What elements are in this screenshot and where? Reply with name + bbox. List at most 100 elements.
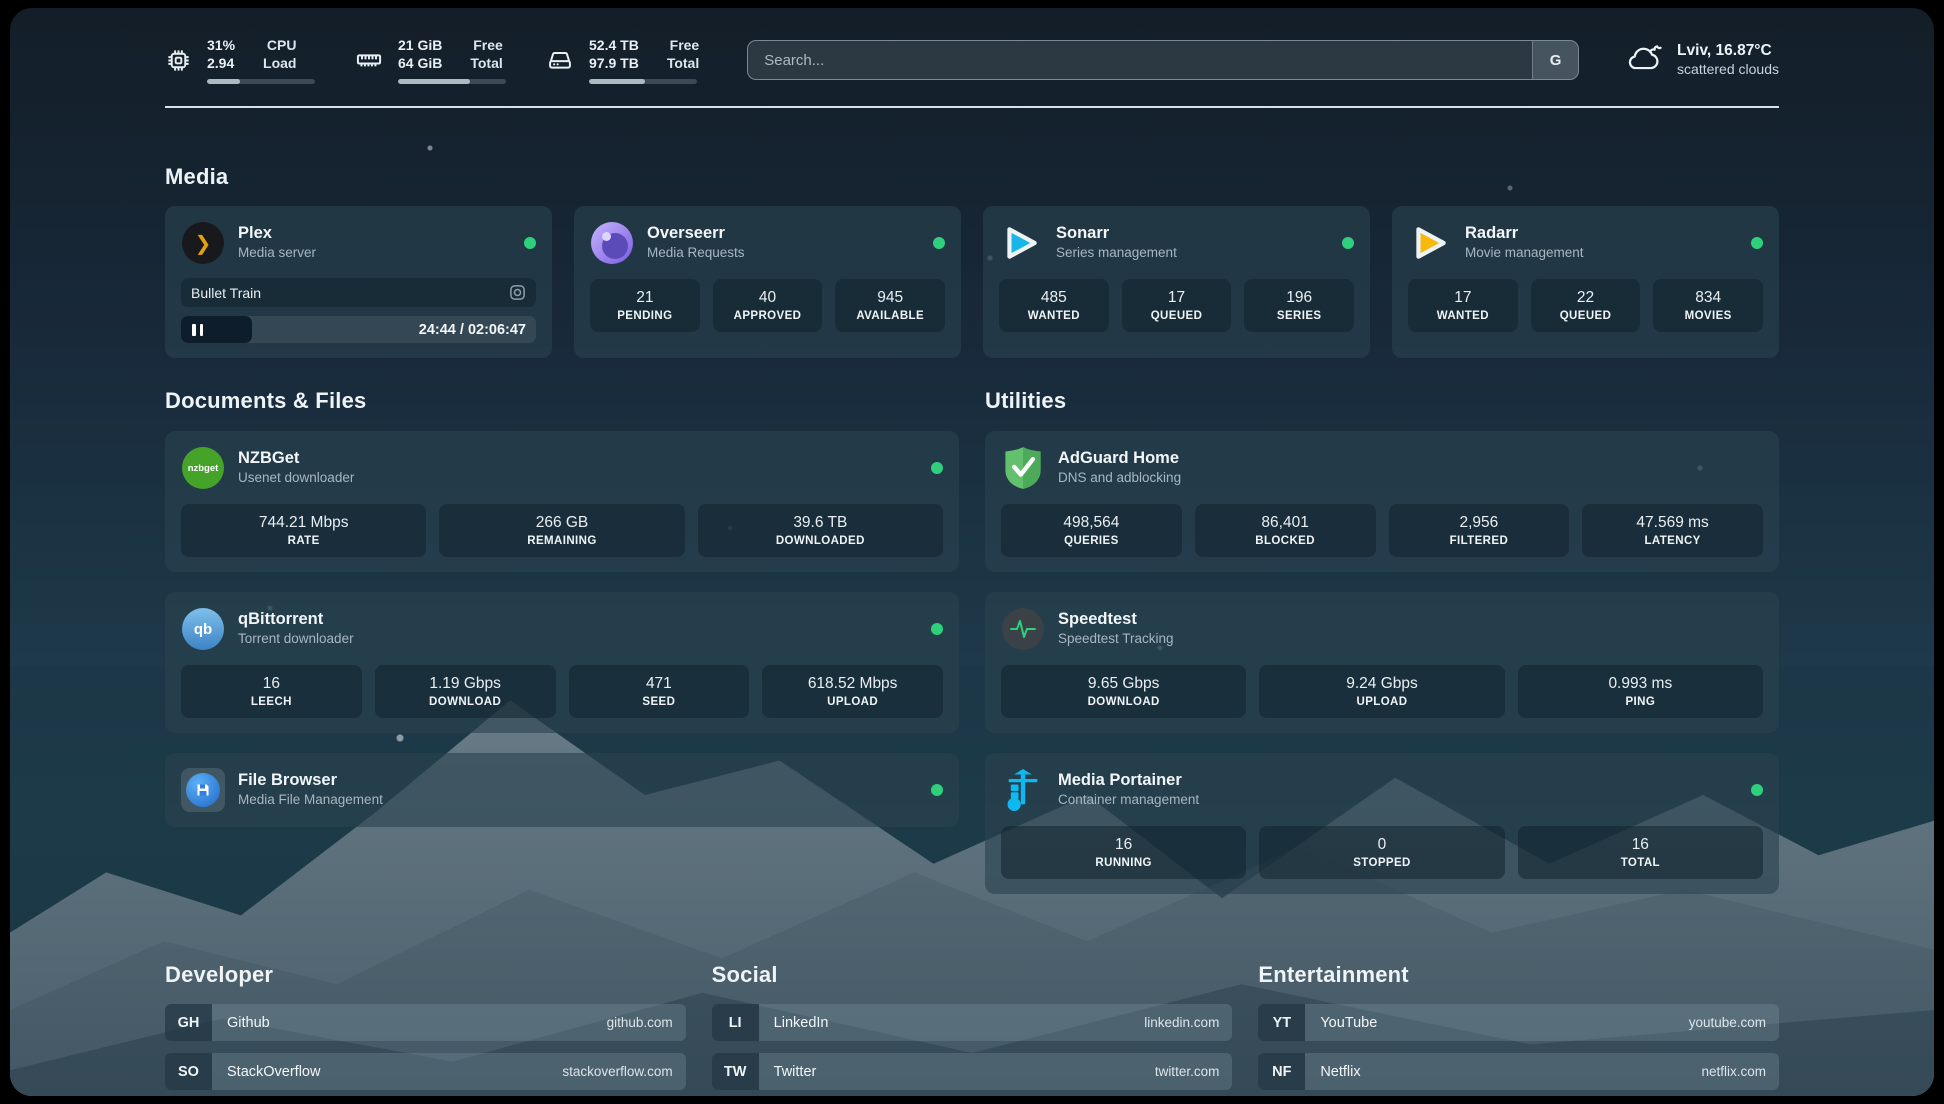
disk-total: 97.9 TB [589,54,639,72]
stat-box: 834 MOVIES [1653,279,1763,332]
bookmark-abbr: TW [712,1053,759,1090]
stat-box: 945 AVAILABLE [835,279,945,332]
cpu-widget: 31% 2.94 CPU Load [165,36,315,84]
stat-box: 2,956 FILTERED [1389,504,1570,557]
disk-widget: 52.4 TB 97.9 TB Free Total [546,36,699,84]
stat-box: 196 SERIES [1244,279,1354,332]
nzbget-title: NZBGet [238,448,354,468]
memory-progress-bar [398,79,506,84]
stat-box: 17 WANTED [1408,279,1518,332]
qbittorrent-title: qBittorrent [238,609,354,629]
bookmark-github[interactable]: GH Github github.com [165,1004,686,1041]
cpu-load: 2.94 [207,54,235,72]
stat-box: 22 QUEUED [1531,279,1641,332]
nzbget-icon: nzbget [181,446,225,490]
stat-box: 618.52 Mbps UPLOAD [762,665,943,718]
overseerr-card[interactable]: Overseerr Media Requests 21 PENDING 40 A… [574,206,961,358]
filebrowser-subtitle: Media File Management [238,790,383,810]
disk-icon [546,46,574,74]
bookmark-linkedin[interactable]: LI LinkedIn linkedin.com [712,1004,1233,1041]
qbittorrent-status-dot [931,623,943,635]
plex-progress-bar: 24:44 / 02:06:47 [181,316,536,343]
radarr-card[interactable]: Radarr Movie management 17 WANTED 22 QUE… [1392,206,1779,358]
bookmarks-developer: Developer GH Github github.com SO StackO… [165,962,686,1096]
plex-playback-time: 24:44 / 02:06:47 [419,316,526,343]
memory-total: 64 GiB [398,54,442,72]
nzbget-card[interactable]: nzbget NZBGet Usenet downloader 744.21 M… [165,431,959,572]
stat-box: 16 TOTAL [1518,826,1763,879]
stat-box: 485 WANTED [999,279,1109,332]
nzbget-status-dot [931,462,943,474]
bookmark-netflix[interactable]: NF Netflix netflix.com [1258,1053,1779,1090]
adguard-subtitle: DNS and adblocking [1058,468,1181,488]
bookmark-youtube[interactable]: YT YouTube youtube.com [1258,1004,1779,1041]
disk-progress-bar [589,79,697,84]
section-heading-media: Media [165,164,1779,190]
plex-now-playing-title: Bullet Train [191,285,261,301]
disk-label-top: Free [670,36,700,54]
section-heading-entertainment: Entertainment [1258,962,1779,988]
sonarr-title: Sonarr [1056,223,1177,243]
stat-box: 47.569 ms LATENCY [1582,504,1763,557]
stat-box: 744.21 Mbps RATE [181,504,426,557]
speedtest-card[interactable]: Speedtest Speedtest Tracking 9.65 Gbps D… [985,592,1779,733]
search-provider-button[interactable]: G [1532,41,1578,79]
filebrowser-icon [181,768,225,812]
cpu-progress-bar [207,79,315,84]
qbittorrent-card[interactable]: qb qBittorrent Torrent downloader 16 LEE… [165,592,959,733]
stat-box: 16 LEECH [181,665,362,718]
sonarr-card[interactable]: Sonarr Series management 485 WANTED 17 Q… [983,206,1370,358]
sonarr-icon [999,221,1043,265]
stat-box: 16 RUNNING [1001,826,1246,879]
bookmark-url: twitter.com [1155,1064,1220,1079]
bookmark-abbr: GH [165,1004,212,1041]
qbittorrent-icon: qb [181,607,225,651]
portainer-status-dot [1751,784,1763,796]
adguard-card[interactable]: AdGuard Home DNS and adblocking 498,564 … [985,431,1779,572]
stat-box: 21 PENDING [590,279,700,332]
overseerr-icon [590,221,634,265]
plex-icon: ❯ [181,221,225,265]
bookmark-url: netflix.com [1701,1064,1766,1079]
dashboard-window: 31% 2.94 CPU Load [10,8,1934,1096]
bookmark-twitter[interactable]: TW Twitter twitter.com [712,1053,1233,1090]
weather-location-temp: Lviv, 16.87°C [1677,41,1779,60]
disk-label-bottom: Total [667,54,699,72]
cpu-label-top: CPU [267,36,297,54]
sonarr-subtitle: Series management [1056,243,1177,263]
bookmark-name: Twitter [774,1064,817,1080]
cpu-label-bottom: Load [263,54,296,72]
bookmark-abbr: SO [165,1053,212,1090]
plex-card[interactable]: ❯ Plex Media server Bullet Train [165,206,552,358]
radarr-icon [1408,221,1452,265]
memory-widget: 21 GiB 64 GiB Free Total [355,36,506,84]
portainer-card[interactable]: Media Portainer Container management 16 … [985,753,1779,894]
bookmark-name: YouTube [1320,1015,1377,1031]
speedtest-icon [1001,607,1045,651]
bookmark-abbr: NF [1258,1053,1305,1090]
weather-widget[interactable]: Lviv, 16.87°C scattered clouds [1625,41,1779,79]
plex-title: Plex [238,223,316,243]
filebrowser-card[interactable]: File Browser Media File Management [165,753,959,827]
stat-box: 0 STOPPED [1259,826,1504,879]
bookmarks-social: Social LI LinkedIn linkedin.com TW Twitt… [712,962,1233,1096]
speedtest-subtitle: Speedtest Tracking [1058,629,1174,649]
stat-box: 471 SEED [569,665,750,718]
weather-condition: scattered clouds [1677,60,1779,79]
system-stats: 31% 2.94 CPU Load [165,36,699,84]
search-input[interactable] [748,41,1532,79]
sonarr-status-dot [1342,237,1354,249]
speedtest-title: Speedtest [1058,609,1174,629]
stat-box: 9.65 Gbps DOWNLOAD [1001,665,1246,718]
pause-icon[interactable] [192,324,203,336]
stat-box: 17 QUEUED [1122,279,1232,332]
cpu-icon [165,47,192,74]
stat-box: 266 GB REMAINING [439,504,684,557]
bookmark-stackoverflow[interactable]: SO StackOverflow stackoverflow.com [165,1053,686,1090]
plex-subtitle: Media server [238,243,316,263]
session-type-icon [509,284,526,301]
stat-box: 86,401 BLOCKED [1195,504,1376,557]
memory-label-top: Free [473,36,503,54]
header-bar: 31% 2.94 CPU Load [165,8,1779,108]
filebrowser-status-dot [931,784,943,796]
